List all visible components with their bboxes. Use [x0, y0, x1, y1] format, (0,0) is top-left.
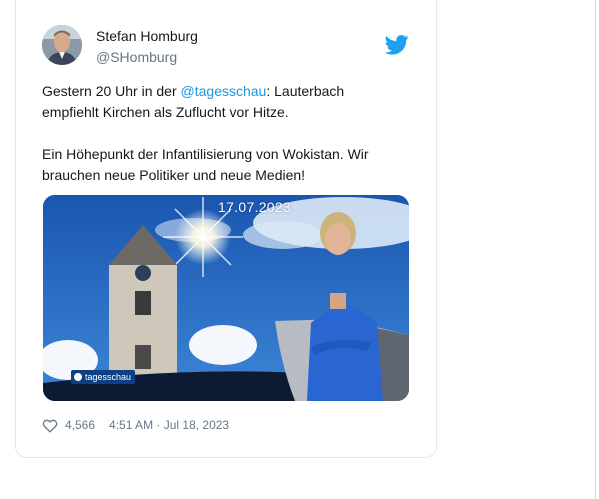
like-count[interactable]: 4,566 [65, 418, 95, 432]
tagesschau-logo-icon [74, 373, 82, 381]
avatar-photo [42, 25, 82, 65]
author-handle[interactable]: @SHomburg [96, 49, 177, 65]
twitter-bird-icon[interactable] [385, 35, 409, 55]
heart-icon[interactable] [42, 418, 58, 433]
tweet-paragraph-2: Ein Höhepunkt der Infantilisierung von W… [42, 146, 369, 183]
tweet-text-prefix: Gestern 20 Uhr in der [42, 83, 181, 99]
broadcast-date-overlay: 17.07.2023 [218, 199, 292, 215]
tweet-timestamp[interactable]: 4:51 AM · Jul 18, 2023 [109, 418, 229, 432]
author-name[interactable]: Stefan Homburg [96, 28, 198, 44]
avatar[interactable] [42, 25, 82, 65]
broadcaster-logo-text: tagesschau [85, 372, 132, 382]
tweet-media[interactable]: 17.07.2023 tagesschau [43, 195, 409, 401]
window-edge-divider [595, 0, 596, 499]
tweet-footer: 4,566 4:51 AM · Jul 18, 2023 [42, 417, 229, 433]
mention-link[interactable]: @tagesschau [181, 83, 267, 99]
tweet-text: Gestern 20 Uhr in der @tagesschau: Laute… [42, 81, 402, 186]
broadcaster-logo: tagesschau [71, 370, 136, 384]
tweet-paragraph-1: Gestern 20 Uhr in der @tagesschau: Laute… [42, 81, 402, 123]
